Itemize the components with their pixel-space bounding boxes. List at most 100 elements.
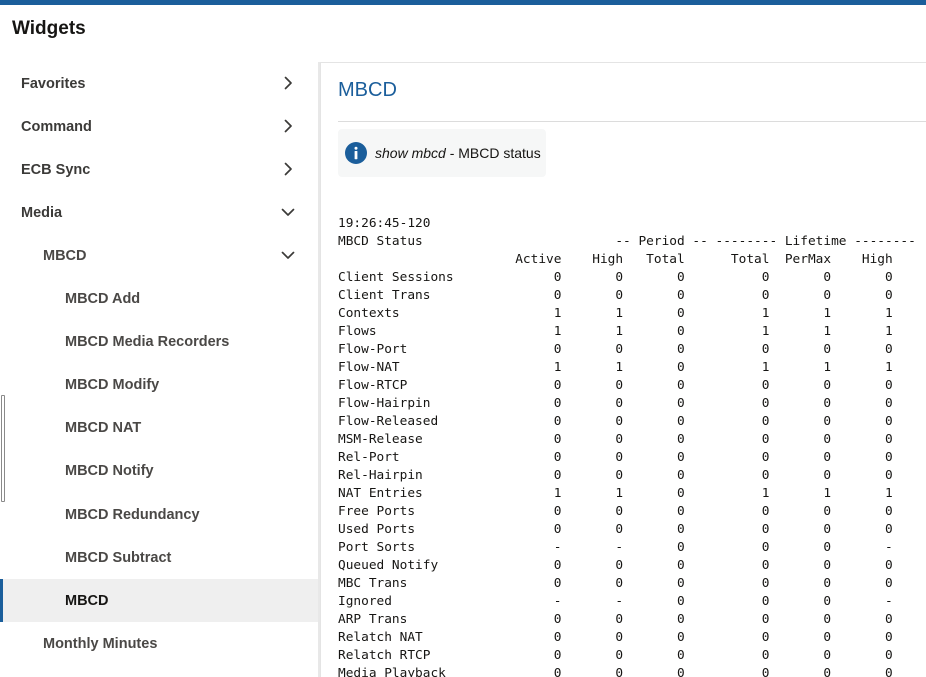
output-cell: 0 [561, 522, 624, 537]
output-cell: 0 [684, 558, 770, 573]
output-row: Flow-NAT 1 1 0 1 1 1 [338, 360, 893, 375]
output-cell: 1 [831, 324, 893, 339]
output-cell: 0 [769, 504, 832, 519]
sidebar-item-mbcd-selected[interactable]: MBCD [0, 579, 320, 623]
output-row-label: Used Ports [338, 522, 516, 537]
chevron-right-icon[interactable] [280, 118, 296, 134]
output-cell: 0 [684, 468, 770, 483]
output-row: Rel-Hairpin 0 0 0 0 0 0 [338, 468, 893, 483]
output-row: Queued Notify 0 0 0 0 0 0 [338, 558, 893, 573]
output-cell: 0 [515, 504, 562, 519]
chevron-right-icon[interactable] [280, 161, 296, 177]
chevron-down-icon[interactable] [280, 204, 296, 220]
output-row: MSM-Release 0 0 0 0 0 0 [338, 432, 893, 447]
output-cell: - [561, 594, 624, 609]
output-cell: 1 [684, 360, 770, 375]
output-row-label: Flow-Hairpin [338, 396, 516, 411]
output-cell: 0 [623, 504, 685, 519]
output-cell: 0 [684, 666, 770, 677]
sidebar-item-label: MBCD [65, 592, 109, 609]
output-cell: 0 [831, 504, 893, 519]
sidebar-item-mbcd[interactable]: MBCD [0, 234, 320, 277]
output-row-label: Flows [338, 324, 516, 339]
output-row: Port Sorts - - 0 0 0 - [338, 540, 893, 555]
sidebar-item-favorites[interactable]: Favorites [0, 62, 320, 105]
output-cell: 0 [515, 630, 562, 645]
sidebar-item-label: MBCD Notify [65, 463, 154, 480]
sidebar-item-mbcd-add[interactable]: MBCD Add [0, 278, 320, 321]
output-cell: 0 [831, 378, 893, 393]
output-cell: 0 [515, 270, 562, 285]
output-cell: 0 [623, 666, 685, 677]
sidebar-item-label: MBCD NAT [65, 420, 142, 437]
output-cell: 0 [515, 288, 562, 303]
output-cell: 0 [684, 630, 770, 645]
output-cell: 0 [831, 558, 893, 573]
sidebar-item-mbcd-notify[interactable]: MBCD Notify [0, 450, 320, 493]
output-cell: 0 [769, 558, 832, 573]
output-row: Ignored - - 0 0 0 - [338, 594, 893, 609]
output-cell: 1 [515, 486, 562, 501]
output-cell: 0 [769, 414, 832, 429]
sidebar-item-label: Favorites [21, 75, 86, 92]
output-cell: 0 [831, 648, 893, 663]
sidebar-item-mbcd-media-recorders[interactable]: MBCD Media Recorders [0, 321, 320, 364]
output-cell: 1 [769, 360, 832, 375]
output-cell: 1 [561, 486, 624, 501]
output-cell: 0 [623, 468, 685, 483]
output-cell: 0 [561, 648, 624, 663]
output-cell: 0 [684, 396, 770, 411]
output-cell: 0 [561, 576, 624, 591]
output-cell: 0 [561, 666, 624, 677]
output-row: Client Sessions 0 0 0 0 0 0 [338, 270, 893, 285]
chevron-down-icon[interactable] [280, 247, 296, 263]
output-row-label: ARP Trans [338, 612, 516, 627]
sidebar-item-command[interactable]: Command [0, 105, 320, 148]
output-row-label: Relatch RTCP [338, 648, 516, 663]
output-cell: 0 [831, 432, 893, 447]
output-cell: 0 [515, 648, 562, 663]
sidebar-item-mbcd-subtract[interactable]: MBCD Subtract [0, 536, 320, 579]
sidebar-item-mbcd-modify[interactable]: MBCD Modify [0, 364, 320, 407]
output-cell: 0 [515, 522, 562, 537]
output-header-line1: MBCD Status -- Period -- -------- Lifeti… [338, 234, 916, 249]
output-cell: 0 [684, 342, 770, 357]
sidebar-item-label: MBCD Redundancy [65, 506, 200, 523]
output-cell: 0 [561, 630, 624, 645]
output-cell: 0 [623, 522, 685, 537]
sidebar-item-mbcd-nat[interactable]: MBCD NAT [0, 407, 320, 450]
output-cell: - [515, 540, 562, 555]
sidebar-item-mbcd-redundancy[interactable]: MBCD Redundancy [0, 493, 320, 536]
output-cell: 0 [561, 288, 624, 303]
output-cell: 1 [561, 360, 624, 375]
output-cell: 0 [623, 432, 685, 447]
sidebar-scrollbar[interactable] [1, 395, 5, 502]
output-cell: 1 [684, 306, 770, 321]
output-cell: 0 [561, 450, 624, 465]
output-cell: 0 [561, 504, 624, 519]
output-cell: 0 [623, 378, 685, 393]
sidebar-item-monthly-minutes[interactable]: Monthly Minutes [0, 622, 320, 665]
output-cell: 0 [623, 450, 685, 465]
sidebar-item-media[interactable]: Media [0, 191, 320, 234]
output-cell: 0 [623, 612, 685, 627]
output-cell: 0 [831, 396, 893, 411]
output-cell: 0 [831, 576, 893, 591]
output-cell: 0 [561, 270, 624, 285]
output-cell: 0 [561, 378, 624, 393]
output-row-label: MBC Trans [338, 576, 516, 591]
output-cell: 0 [623, 486, 685, 501]
chevron-right-icon[interactable] [280, 75, 296, 91]
output-cell: 0 [769, 594, 832, 609]
output-cell: 1 [769, 486, 832, 501]
title-divider [338, 121, 926, 122]
output-cell: 0 [769, 342, 832, 357]
sidebar-item-ecb-sync[interactable]: ECB Sync [0, 148, 320, 191]
output-cell: 0 [561, 612, 624, 627]
output-cell: 0 [769, 288, 832, 303]
output-cell: 0 [831, 612, 893, 627]
output-cell: 0 [561, 414, 624, 429]
output-cell: 0 [684, 540, 770, 555]
output-cell: 0 [684, 378, 770, 393]
output-cell: 0 [623, 288, 685, 303]
